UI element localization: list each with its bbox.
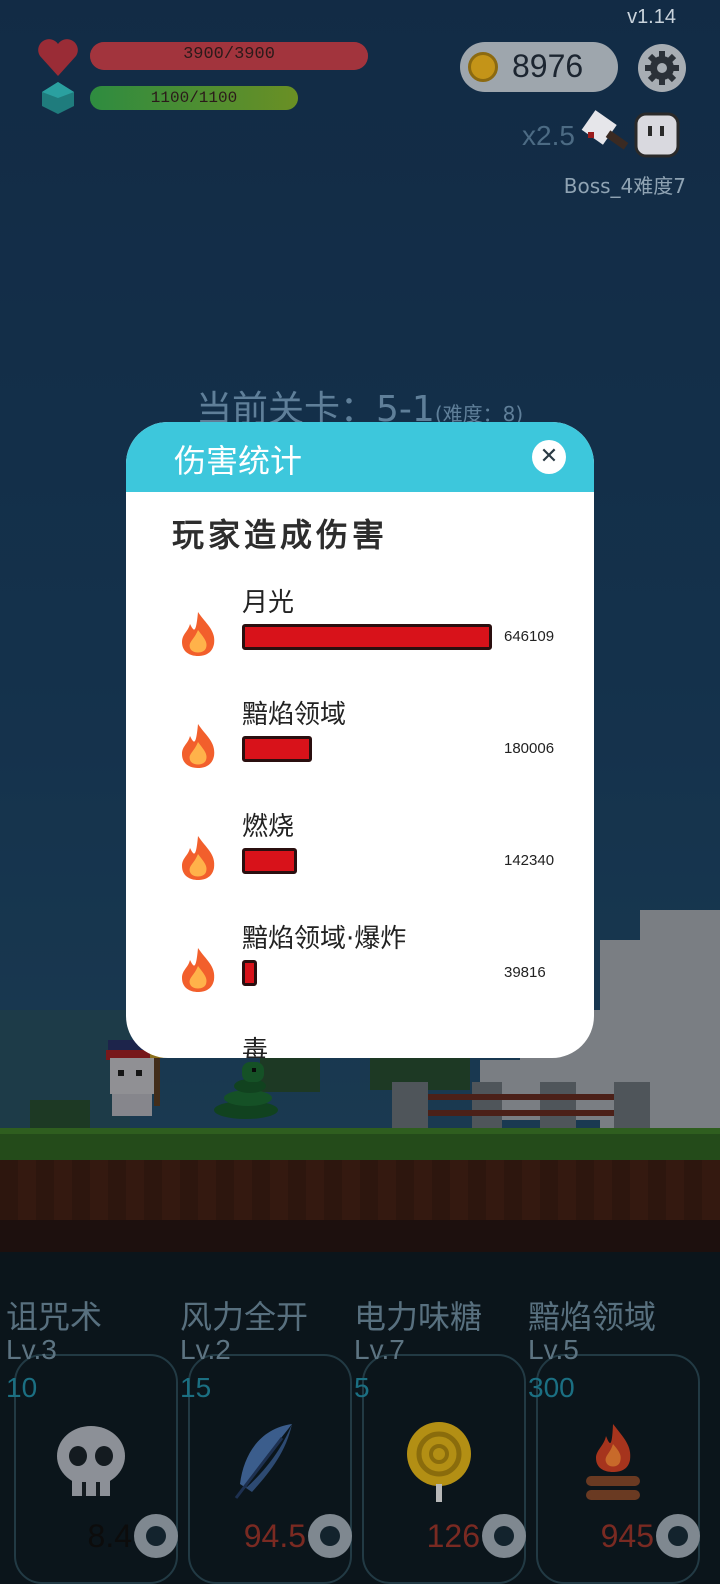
- damage-value: 142340: [504, 852, 555, 869]
- coin-counter: 8976: [460, 42, 618, 92]
- damage-row: 黯焰领域·爆炸 39816: [126, 918, 594, 1018]
- fire-icon: [176, 834, 220, 882]
- upgrade-cycle-icon[interactable]: [134, 1514, 178, 1558]
- skill-value: 126: [426, 1518, 480, 1554]
- skill-cost: 5: [354, 1372, 370, 1403]
- skill-name: 风力全开: [180, 1298, 309, 1336]
- lollipop-icon: [396, 1418, 482, 1504]
- damage-row: 黯焰领域 180006: [126, 694, 594, 794]
- close-button[interactable]: ✕: [532, 440, 566, 474]
- damage-value: 646109: [504, 628, 555, 645]
- damage-source-name: 毒: [242, 1036, 269, 1058]
- damage-bar: [242, 848, 297, 874]
- skill-name: 黯焰领域: [528, 1298, 657, 1336]
- coin-value: 8976: [512, 48, 584, 84]
- dialog-title: 伤害统计: [174, 442, 303, 480]
- damage-bar: [242, 624, 492, 650]
- heart-icon: [38, 39, 78, 76]
- fire-icon: [176, 946, 220, 994]
- skull-icon: [48, 1418, 134, 1504]
- damage-source-name: 黯焰领域·爆炸: [242, 924, 407, 954]
- damage-value: 180006: [504, 740, 555, 757]
- damage-row: 毒: [126, 1030, 594, 1058]
- fire-icon: [176, 722, 220, 770]
- mp-bar: 1100/1100: [90, 86, 298, 110]
- skill-slot[interactable]: 风力全开 Lv.2 15 94.5: [180, 1292, 352, 1584]
- section-title: 玩家造成伤害: [172, 516, 389, 554]
- skill-level: Lv.7: [354, 1334, 405, 1365]
- campfire-icon: [570, 1418, 656, 1504]
- damage-stats-dialog: 伤害统计 ✕ 玩家造成伤害 月光 646109 黯焰领域 180006 燃烧 142340…: [126, 422, 594, 1058]
- damage-bar: [242, 960, 257, 986]
- skill-level: Lv.2: [180, 1334, 231, 1365]
- skill-level: Lv.3: [6, 1334, 57, 1365]
- skill-value: 94.5: [243, 1518, 306, 1554]
- upgrade-cycle-icon[interactable]: [482, 1514, 526, 1558]
- upgrade-cycle-icon[interactable]: [656, 1514, 700, 1558]
- feather-icon: [222, 1418, 308, 1504]
- skill-cost: 15: [180, 1372, 212, 1403]
- hp-bar: 3900/3900: [90, 42, 368, 70]
- upgrade-cycle-icon[interactable]: [308, 1514, 352, 1558]
- boss-label: Boss_4难度7: [563, 174, 686, 198]
- fire-icon: [176, 610, 220, 658]
- damage-bar: [242, 736, 312, 762]
- hp-text: 3900/3900: [183, 45, 275, 64]
- version-label: v1.14: [627, 6, 676, 28]
- speed-multiplier[interactable]: x2.5: [522, 120, 575, 152]
- skill-slot[interactable]: 电力味糖 Lv.7 5 126: [354, 1292, 526, 1584]
- damage-source-name: 燃烧: [242, 812, 295, 842]
- damage-row: 月光 646109: [126, 582, 594, 682]
- coin-icon: [468, 52, 498, 82]
- skill-level: Lv.5: [528, 1334, 579, 1365]
- skill-slot[interactable]: 黯焰领域 Lv.5 300 945: [528, 1292, 700, 1584]
- damage-row: 燃烧 142340: [126, 806, 594, 906]
- skill-name: 电力味糖: [354, 1298, 483, 1336]
- skill-value: 8.4: [87, 1518, 132, 1554]
- cleaver-icon[interactable]: [580, 110, 632, 162]
- mp-text: 1100/1100: [150, 89, 238, 107]
- skill-value: 945: [600, 1518, 654, 1554]
- skill-cost: 300: [528, 1372, 575, 1403]
- gem-icon: [42, 82, 74, 114]
- damage-source-name: 黯焰领域: [242, 700, 347, 730]
- damage-source-name: 月光: [242, 588, 295, 618]
- gear-icon[interactable]: [638, 44, 686, 92]
- dialog-header: 伤害统计 ✕: [126, 422, 594, 492]
- damage-value: 39816: [504, 964, 546, 981]
- skill-name: 诅咒术: [6, 1298, 103, 1336]
- skill-slot[interactable]: 诅咒术 Lv.3 10 8.4: [6, 1292, 178, 1584]
- ghost-boss-icon[interactable]: [634, 112, 680, 158]
- skill-cost: 10: [6, 1372, 38, 1403]
- close-icon: ✕: [539, 444, 559, 469]
